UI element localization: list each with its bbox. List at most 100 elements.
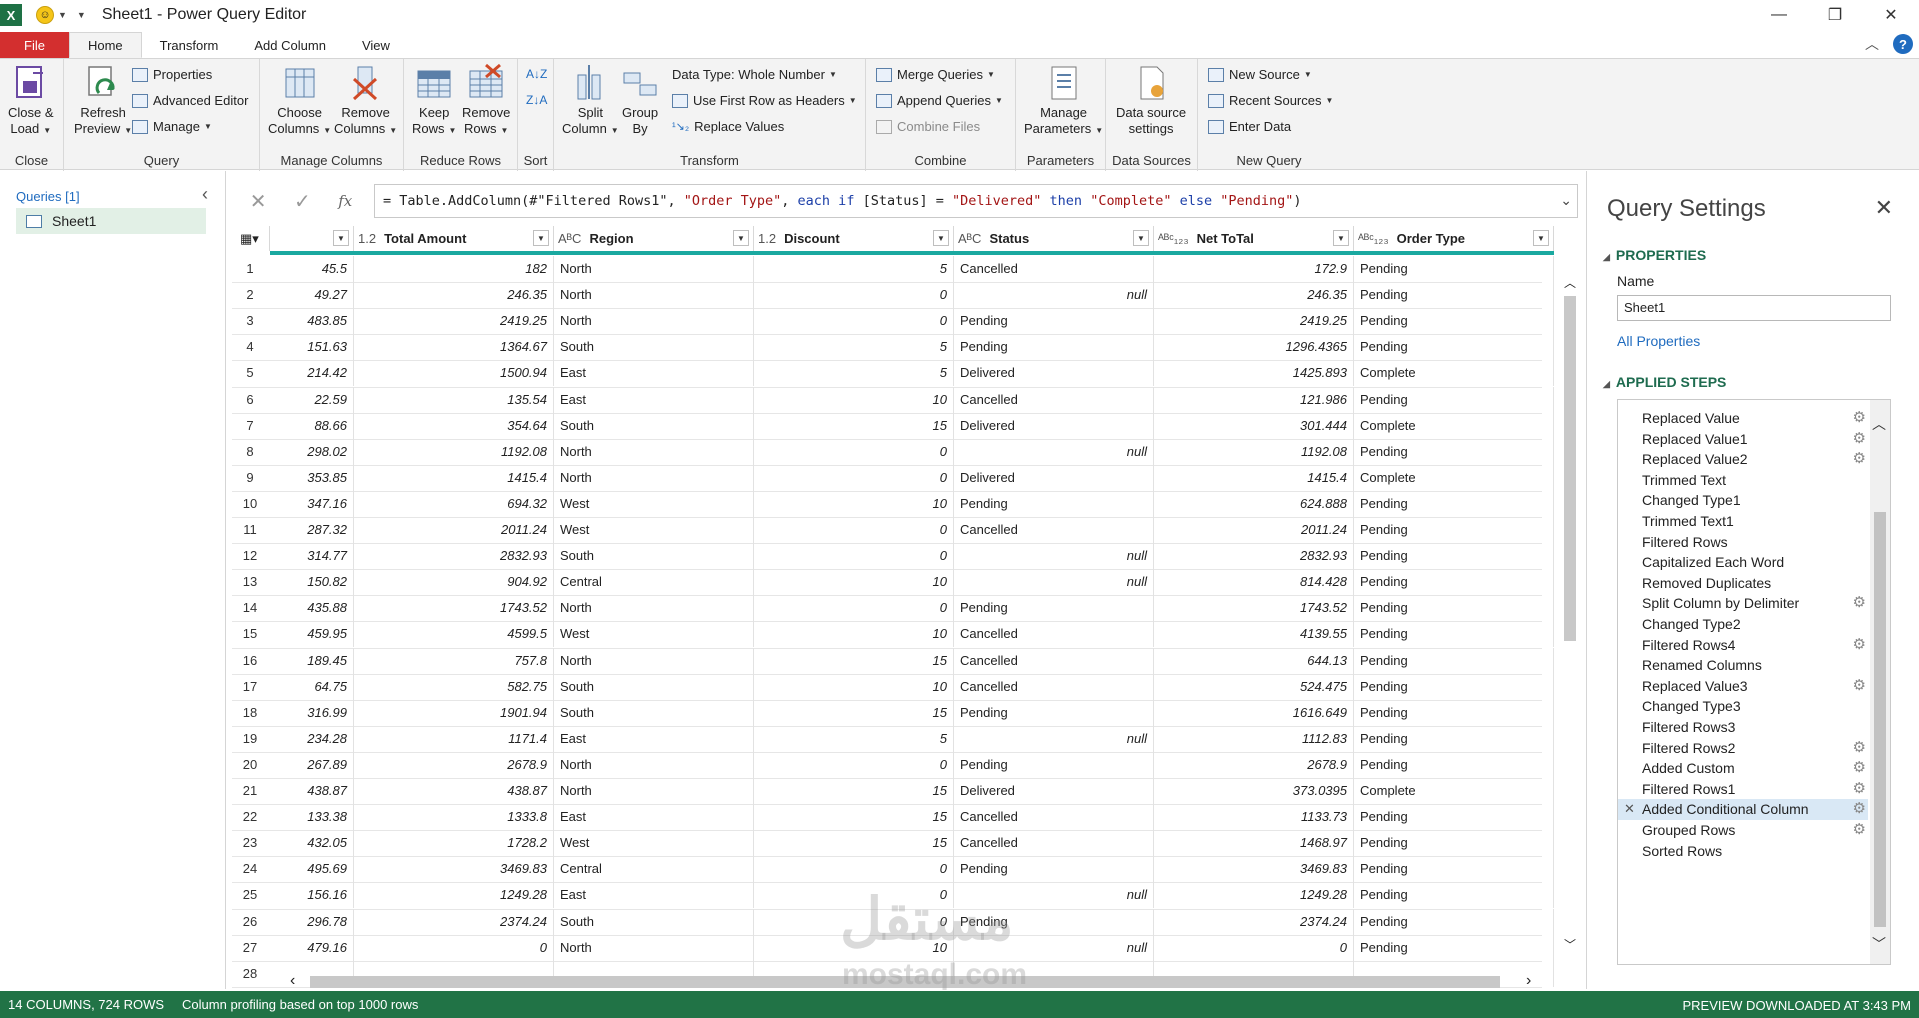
table-cell[interactable]: 0	[754, 595, 954, 622]
formula-input[interactable]: = Table.AddColumn(#"Filtered Rows1", "Or…	[374, 184, 1578, 218]
table-cell[interactable]: Pending	[954, 699, 1154, 726]
table-cell[interactable]: 1728.2	[354, 830, 554, 857]
table-cell[interactable]: Cancelled	[954, 386, 1154, 413]
scroll-up-icon[interactable]: ︿	[1564, 274, 1576, 291]
tab-view[interactable]: View	[344, 32, 408, 58]
table-cell[interactable]: 4599.5	[354, 621, 554, 648]
table-cell[interactable]: null	[954, 725, 1154, 752]
row-number[interactable]: 27	[232, 935, 268, 961]
applied-step[interactable]: Filtered Rows2 ⚙	[1618, 738, 1868, 759]
column-filter-icon[interactable]: ▼	[733, 230, 749, 246]
sort-descending-icon[interactable]: Z↓A	[526, 93, 547, 107]
table-cell[interactable]: 353.85	[270, 464, 354, 491]
grid-vscroll-thumb[interactable]	[1564, 296, 1576, 641]
table-cell[interactable]: 5	[754, 360, 954, 387]
table-cell[interactable]: 1133.73	[1154, 804, 1354, 831]
column-header[interactable]: ᴬᴮᶜ₁₂₃ Net ToTal ▼	[1154, 226, 1354, 251]
table-cell[interactable]: null	[954, 543, 1154, 570]
row-number[interactable]: 15	[232, 621, 268, 647]
table-cell[interactable]: Central	[554, 569, 754, 596]
table-cell[interactable]: 15	[754, 804, 954, 831]
table-cell[interactable]: East	[554, 360, 754, 387]
row-number[interactable]: 23	[232, 830, 268, 856]
table-cell[interactable]: East	[554, 725, 754, 752]
steps-scroll-thumb[interactable]	[1874, 512, 1886, 927]
table-cell[interactable]: 0	[754, 517, 954, 543]
applied-step[interactable]: Changed Type3	[1618, 696, 1868, 717]
applied-step[interactable]: Removed Duplicates	[1618, 573, 1868, 594]
help-icon[interactable]: ?	[1893, 34, 1913, 54]
table-cell[interactable]: Pending	[1354, 856, 1554, 883]
restore-button[interactable]: ❐	[1807, 0, 1863, 30]
applied-step[interactable]: Replaced Value1 ⚙	[1618, 429, 1868, 450]
remove-rows-button[interactable]: Remove Rows ▼	[462, 63, 510, 139]
table-cell[interactable]: 88.66	[270, 412, 354, 439]
step-settings-gear-icon[interactable]: ⚙	[1853, 408, 1866, 429]
table-cell[interactable]: 1500.94	[354, 360, 554, 387]
table-cell[interactable]: West	[554, 490, 754, 517]
table-cell[interactable]: 0	[754, 308, 954, 335]
row-number[interactable]: 17	[232, 674, 268, 700]
table-cell[interactable]: Pending	[1354, 595, 1554, 622]
column-filter-icon[interactable]: ▼	[533, 230, 549, 246]
table-cell[interactable]: 10	[754, 386, 954, 413]
table-cell[interactable]: 150.82	[270, 569, 354, 596]
step-settings-gear-icon[interactable]: ⚙	[1853, 799, 1866, 820]
column-type-icon[interactable]: 1.2	[758, 231, 776, 246]
table-cell[interactable]: Delivered	[954, 412, 1154, 439]
table-cell[interactable]: 314.77	[270, 543, 354, 570]
table-cell[interactable]: 1333.8	[354, 804, 554, 831]
table-cell[interactable]: 10	[754, 621, 954, 648]
table-cell[interactable]: Pending	[1354, 621, 1554, 648]
row-number[interactable]: 21	[232, 778, 268, 804]
step-settings-gear-icon[interactable]: ⚙	[1853, 635, 1866, 656]
table-cell[interactable]: North	[554, 595, 754, 622]
column-filter-icon[interactable]: ▼	[1133, 230, 1149, 246]
table-cell[interactable]: South	[554, 699, 754, 726]
column-type-icon[interactable]: AᴮC	[958, 231, 981, 246]
applied-step[interactable]: Added Custom ⚙	[1618, 758, 1868, 779]
table-cell[interactable]: null	[954, 569, 1154, 596]
table-cell[interactable]: Pending	[1354, 386, 1554, 413]
table-cell[interactable]: Pending	[1354, 543, 1554, 570]
table-cell[interactable]: 287.32	[270, 517, 354, 543]
column-filter-icon[interactable]: ▼	[333, 230, 349, 246]
table-cell[interactable]: 3469.83	[354, 856, 554, 883]
table-cell[interactable]: East	[554, 882, 754, 909]
table-cell[interactable]: South	[554, 908, 754, 935]
table-cell[interactable]: Delivered	[954, 778, 1154, 804]
column-header[interactable]: AᴮC Status ▼	[954, 226, 1154, 251]
row-number[interactable]: 10	[232, 491, 268, 517]
row-number[interactable]: 24	[232, 856, 268, 882]
table-menu-icon[interactable]: ▦▾	[232, 226, 270, 251]
table-cell[interactable]: 133.38	[270, 804, 354, 831]
table-cell[interactable]: North	[554, 256, 754, 282]
table-cell[interactable]: Pending	[1354, 282, 1554, 309]
table-cell[interactable]: 814.428	[1154, 569, 1354, 596]
table-cell[interactable]: Pending	[954, 334, 1154, 361]
close-window-button[interactable]: ✕	[1863, 0, 1919, 30]
table-cell[interactable]: 246.35	[1154, 282, 1354, 309]
applied-step[interactable]: Filtered Rows4 ⚙	[1618, 635, 1868, 656]
table-cell[interactable]: 1249.28	[1154, 882, 1354, 909]
steps-scroll-down-icon[interactable]: ﹀	[1872, 934, 1886, 954]
table-cell[interactable]: 2419.25	[1154, 308, 1354, 335]
table-cell[interactable]: 1743.52	[354, 595, 554, 622]
table-cell[interactable]: Pending	[1354, 882, 1554, 909]
table-cell[interactable]: 1415.4	[354, 464, 554, 491]
column-type-icon[interactable]: AᴮC	[558, 231, 581, 246]
quick-access-dropdown-icon[interactable]: ▼	[58, 10, 67, 20]
applied-step[interactable]: Sorted Rows	[1618, 841, 1868, 862]
row-number[interactable]: 1	[232, 256, 268, 282]
table-cell[interactable]: 1415.4	[1154, 464, 1354, 491]
table-cell[interactable]: Pending	[954, 856, 1154, 883]
table-cell[interactable]: 121.986	[1154, 386, 1354, 413]
table-cell[interactable]: 246.35	[354, 282, 554, 309]
confirm-formula-icon[interactable]: ✓	[294, 189, 311, 214]
table-cell[interactable]: 296.78	[270, 908, 354, 935]
steps-scroll-up-icon[interactable]: ︿	[1872, 414, 1886, 434]
table-cell[interactable]: Pending	[1354, 673, 1554, 700]
table-cell[interactable]: Complete	[1354, 412, 1554, 439]
table-cell[interactable]: Cancelled	[954, 517, 1154, 543]
table-cell[interactable]: 15	[754, 647, 954, 674]
